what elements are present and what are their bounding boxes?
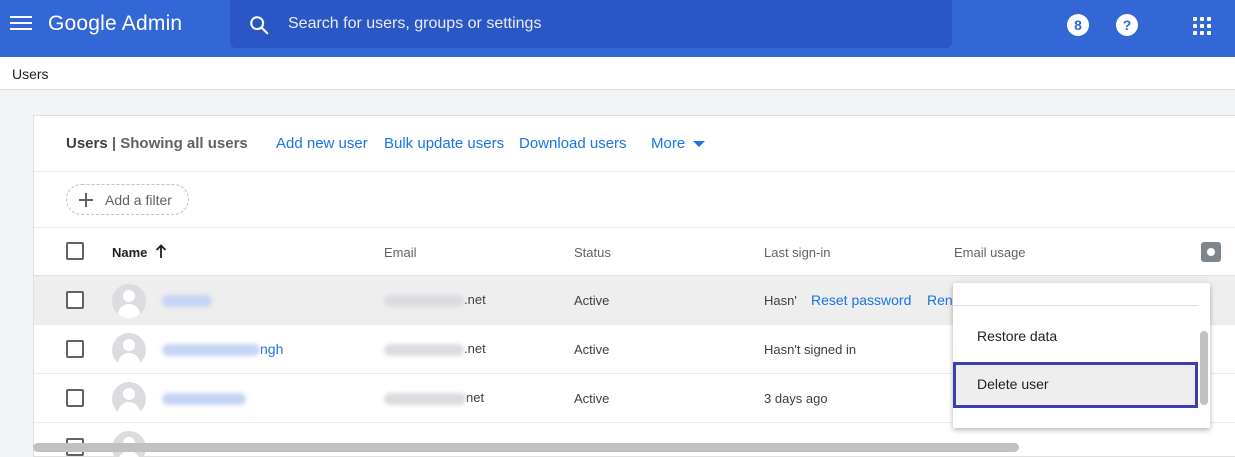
top-app-bar: Google Admin Search for users, groups or… [0, 0, 1235, 57]
last-signin: Hasn't signed in [764, 342, 857, 357]
column-header-email-usage[interactable]: Email usage [954, 245, 1026, 260]
column-header-name[interactable]: Name [112, 245, 147, 260]
add-new-user-button[interactable]: Add new user [276, 135, 368, 152]
apps-grid-icon[interactable] [1193, 17, 1211, 35]
reset-password-button[interactable]: Reset password [811, 292, 911, 308]
column-header-status[interactable]: Status [574, 245, 611, 260]
blurred-name [162, 344, 260, 357]
more-label: More [651, 135, 686, 152]
column-header-email[interactable]: Email [384, 245, 417, 260]
avatar [112, 284, 146, 318]
last-signin: 3 days ago [764, 391, 828, 406]
download-users-button[interactable]: Download users [519, 135, 627, 152]
plus-icon [79, 193, 93, 207]
breadcrumb-bar: Users [0, 57, 1235, 90]
search-placeholder[interactable]: Search for users, groups or settings [288, 15, 541, 33]
blurred-email [384, 392, 466, 405]
user-name-link[interactable] [162, 292, 212, 308]
menu-divider [953, 305, 1198, 306]
add-filter-label: Add a filter [105, 192, 172, 208]
row-checkbox[interactable] [66, 291, 84, 309]
user-email: .net [384, 341, 486, 356]
filter-row: Add a filter [34, 172, 1235, 228]
user-name-text: ngh [260, 341, 284, 357]
avatar [112, 333, 146, 367]
email-suffix: .net [464, 292, 486, 307]
user-status: Active [574, 342, 610, 357]
card-header: Users | Showing all users Add new user B… [34, 116, 1235, 172]
avatar [112, 382, 146, 416]
menu-icon[interactable] [10, 16, 32, 34]
user-name-link[interactable]: ngh [162, 341, 283, 357]
restore-data-label: Restore data [977, 328, 1058, 344]
sort-up-arrow-icon[interactable] [155, 243, 167, 259]
title-separator: | [107, 135, 121, 152]
user-name-link[interactable] [162, 390, 246, 406]
delete-user-menu-item[interactable]: Delete user [953, 362, 1198, 408]
blurred-name [162, 393, 246, 406]
user-email: .net [384, 292, 486, 307]
page-title: Users | Showing all users [66, 135, 248, 152]
row-checkbox[interactable] [66, 340, 84, 358]
search-icon[interactable] [248, 14, 270, 36]
select-all-checkbox[interactable] [66, 242, 84, 260]
blurred-email [384, 294, 464, 307]
support-icon[interactable]: 8 [1067, 14, 1089, 36]
row-actions-menu: Restore data Delete user [953, 283, 1210, 428]
card-subtitle: Showing all users [120, 135, 248, 152]
email-suffix: .net [464, 341, 486, 356]
menu-scrollbar[interactable] [1200, 331, 1208, 405]
app-title[interactable]: Google Admin [48, 12, 182, 36]
help-icon[interactable]: ? [1116, 14, 1138, 36]
blurred-email [384, 343, 464, 356]
user-status: Active [574, 391, 610, 406]
card-title-text: Users [66, 135, 108, 152]
table-header: Name Email Status Last sign-in Email usa… [34, 228, 1235, 276]
delete-user-label: Delete user [977, 376, 1049, 392]
email-suffix: net [466, 390, 485, 405]
add-filter-button[interactable]: Add a filter [66, 184, 189, 215]
row-checkbox[interactable] [66, 389, 84, 407]
user-email: net [384, 390, 484, 405]
blurred-name [162, 295, 212, 308]
restore-data-menu-item[interactable]: Restore data [953, 314, 1198, 360]
last-signin: Hasn' [764, 293, 797, 308]
breadcrumb[interactable]: Users [12, 66, 49, 82]
column-header-last-signin[interactable]: Last sign-in [764, 245, 830, 260]
user-status: Active [574, 293, 610, 308]
more-button[interactable]: More [651, 135, 706, 152]
horizontal-scrollbar[interactable] [33, 443, 1019, 452]
bulk-update-users-button[interactable]: Bulk update users [384, 135, 504, 152]
gear-icon[interactable] [1201, 242, 1221, 262]
chevron-down-icon [693, 141, 706, 148]
